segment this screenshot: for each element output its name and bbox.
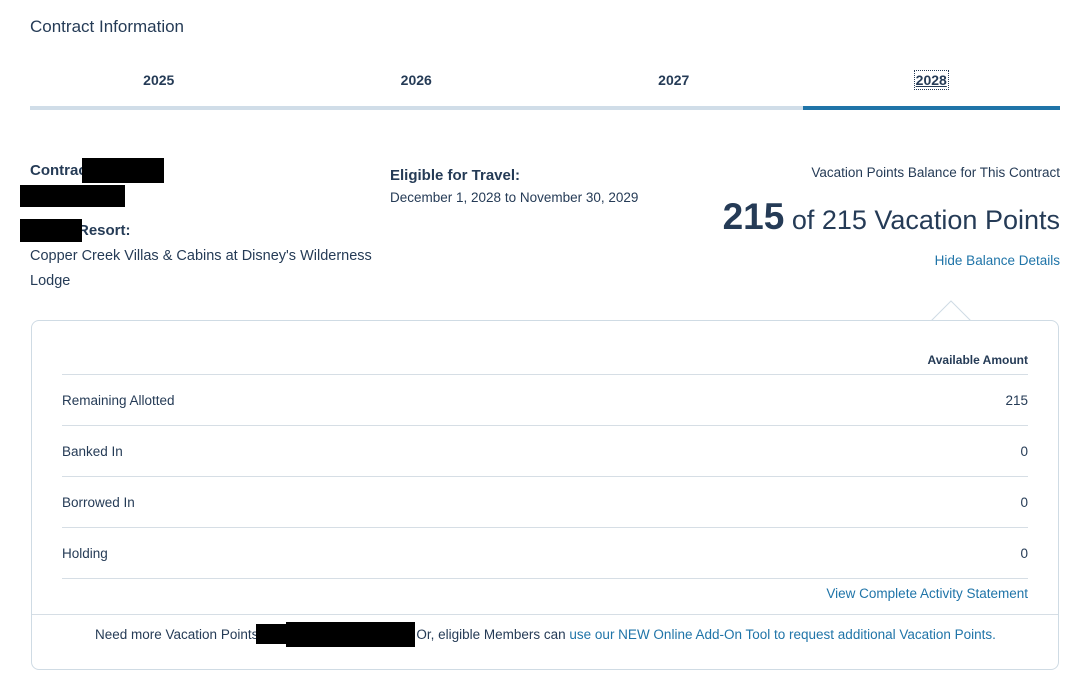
row-label: Borrowed In	[62, 495, 135, 510]
resort-label: Resort:	[78, 222, 131, 239]
travel-label: Eligible for Travel:	[390, 167, 521, 184]
table-row: Holding 0	[62, 528, 1028, 579]
tab-label: 2026	[400, 72, 432, 88]
balance-available: 215	[722, 196, 785, 237]
tab-2025[interactable]: 2025	[30, 62, 288, 110]
redaction-block	[286, 622, 415, 647]
divider	[32, 614, 1058, 615]
balance-summary: 215 of 215 Vacation Points	[723, 196, 1060, 238]
tab-2026[interactable]: 2026	[287, 62, 545, 110]
row-value: 0	[1020, 495, 1028, 510]
tab-label: 2027	[658, 72, 690, 88]
available-amount-header: Available Amount	[927, 353, 1028, 367]
table-row: Banked In 0	[62, 426, 1028, 477]
row-label: Holding	[62, 546, 108, 561]
add-on-middle: Or, eligible Members can	[416, 627, 570, 642]
contract-label: Contrac	[30, 162, 87, 179]
table-row: Remaining Allotted 215	[62, 375, 1028, 426]
row-value: 0	[1020, 444, 1028, 459]
table-row: Borrowed In 0	[62, 477, 1028, 528]
balance-title: Vacation Points Balance for This Contrac…	[811, 165, 1060, 180]
row-value: 0	[1020, 546, 1028, 561]
redaction-block	[20, 219, 82, 242]
add-on-prefix: Need more Vacation Points	[95, 627, 259, 642]
row-label: Remaining Allotted	[62, 393, 175, 408]
tab-indicator	[545, 106, 803, 110]
balance-total-text: of 215 Vacation Points	[784, 205, 1060, 235]
resort-name: Copper Creek Villas & Cabins at Disney's…	[30, 248, 372, 289]
tab-label: 2025	[143, 72, 175, 88]
redaction-block	[82, 158, 164, 183]
row-label: Banked In	[62, 444, 123, 459]
divider	[62, 578, 1028, 579]
balance-details-panel: Available Amount Remaining Allotted 215 …	[31, 320, 1059, 670]
year-tabs: 2025 2026 2027 2028	[30, 62, 1060, 110]
hide-balance-details-link[interactable]: Hide Balance Details	[935, 253, 1060, 268]
tab-indicator	[287, 106, 545, 110]
tab-2028[interactable]: 2028	[802, 62, 1060, 110]
add-on-tool-link[interactable]: use our NEW Online Add-On Tool to reques…	[569, 627, 996, 642]
tab-label: 2028	[913, 70, 949, 90]
travel-dates: December 1, 2028 to November 30, 2029	[390, 190, 639, 205]
page-title: Contract Information	[30, 17, 185, 36]
row-value: 215	[1005, 393, 1028, 408]
view-activity-statement-link[interactable]: View Complete Activity Statement	[826, 586, 1028, 601]
tab-indicator-active	[802, 106, 1060, 110]
redaction-block	[20, 185, 125, 207]
add-on-notice: Need more Vacation Points Or, eligible Me…	[95, 627, 996, 642]
tab-2027[interactable]: 2027	[545, 62, 803, 110]
tab-indicator	[30, 106, 288, 110]
